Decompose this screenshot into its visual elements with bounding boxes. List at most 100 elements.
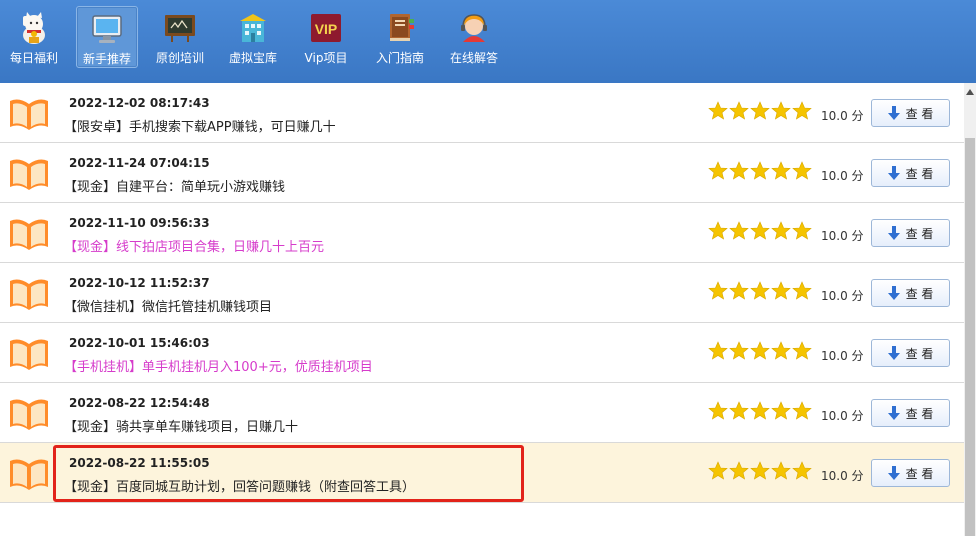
star-icon	[729, 161, 749, 180]
star-icon	[729, 281, 749, 300]
toolbar-item-getting-started[interactable]: 入门指南	[370, 6, 430, 68]
view-button[interactable]: 查 看	[871, 159, 950, 187]
view-button-label: 查 看	[905, 226, 934, 241]
toolbar-item-label: 新手推荐	[82, 52, 131, 66]
view-button[interactable]: 查 看	[871, 459, 950, 487]
star-icon	[771, 221, 791, 240]
item-date: 2022-12-02 08:17:43	[69, 96, 210, 110]
list-item-highlighted[interactable]: 2022-08-22 11:55:05 【现金】百度同城互助计划，回答问题赚钱（…	[0, 443, 964, 503]
star-icon	[750, 161, 770, 180]
item-title[interactable]: 【现金】线下拍店项目合集，日赚几十上百元	[64, 236, 324, 255]
star-rating	[708, 281, 812, 301]
open-book-icon	[10, 159, 48, 190]
project-list: 2022-12-02 08:17:43 【限安卓】手机搜索下载APP赚钱，可日赚…	[0, 83, 964, 536]
download-arrow-icon	[887, 406, 900, 420]
view-button[interactable]: 查 看	[871, 99, 950, 127]
building-icon	[235, 10, 271, 46]
list-item[interactable]: 2022-11-10 09:56:33 【现金】线下拍店项目合集，日赚几十上百元…	[0, 203, 964, 263]
item-title[interactable]: 【现金】自建平台：简单玩小游戏赚钱	[64, 176, 285, 195]
vip-icon: VIP	[308, 10, 344, 46]
star-icon	[792, 281, 812, 300]
star-icon	[729, 341, 749, 360]
view-button[interactable]: 查 看	[871, 339, 950, 367]
star-icon	[792, 461, 812, 480]
star-icon	[729, 401, 749, 420]
item-score: 10.0 分	[821, 169, 864, 183]
star-icon	[792, 341, 812, 360]
star-rating	[708, 401, 812, 421]
star-icon	[708, 101, 728, 120]
view-button[interactable]: 查 看	[871, 219, 950, 247]
star-icon	[708, 281, 728, 300]
list-item[interactable]: 2022-10-01 15:46:03 【手机挂机】单手机挂机月入100+元，优…	[0, 323, 964, 383]
toolbar-item-label: 虚拟宝库	[228, 51, 277, 65]
item-date: 2022-10-01 15:46:03	[69, 336, 210, 350]
open-book-icon	[10, 219, 48, 250]
star-icon	[792, 101, 812, 120]
vertical-scrollbar[interactable]	[964, 83, 976, 536]
support-agent-icon	[456, 10, 492, 46]
scroll-up-arrow-icon[interactable]	[964, 89, 976, 99]
star-rating	[708, 341, 812, 361]
toolbar-item-online-answer[interactable]: 在线解答	[444, 6, 504, 68]
star-icon	[708, 341, 728, 360]
view-button-label: 查 看	[905, 166, 934, 181]
list-item[interactable]: 2022-11-24 07:04:15 【现金】自建平台：简单玩小游戏赚钱 10…	[0, 143, 964, 203]
star-icon	[750, 281, 770, 300]
star-icon	[792, 161, 812, 180]
star-rating	[708, 161, 812, 181]
download-arrow-icon	[887, 346, 900, 360]
star-icon	[771, 401, 791, 420]
item-date: 2022-08-22 11:55:05	[69, 456, 210, 470]
item-title[interactable]: 【现金】百度同城互助计划，回答问题赚钱（附查回答工具）	[64, 476, 415, 495]
star-icon	[729, 101, 749, 120]
view-button-label: 查 看	[905, 406, 934, 421]
star-icon	[729, 461, 749, 480]
view-button-label: 查 看	[905, 346, 934, 361]
star-icon	[708, 161, 728, 180]
star-icon	[792, 221, 812, 240]
open-book-icon	[10, 279, 48, 310]
star-icon	[708, 461, 728, 480]
toolbar-item-daily-welfare[interactable]: 每日福利	[4, 6, 64, 68]
list-item[interactable]: 2022-12-02 08:17:43 【限安卓】手机搜索下载APP赚钱，可日赚…	[0, 83, 964, 143]
star-icon	[771, 161, 791, 180]
view-button[interactable]: 查 看	[871, 399, 950, 427]
star-rating	[708, 461, 812, 481]
top-toolbar: 每日福利 新手推荐 原创培训 虚拟宝库 VIP Vip项目 入门指南 在线解答	[0, 0, 976, 83]
open-book-icon	[10, 339, 48, 370]
star-icon	[708, 401, 728, 420]
item-score: 10.0 分	[821, 109, 864, 123]
toolbar-item-vip-projects[interactable]: VIP Vip项目	[298, 6, 354, 68]
star-rating	[708, 101, 812, 121]
toolbar-item-label: Vip项目	[304, 51, 348, 65]
toolbar-item-original-training[interactable]: 原创培训	[150, 6, 210, 68]
chalkboard-icon	[162, 10, 198, 46]
item-score: 10.0 分	[821, 409, 864, 423]
view-button-label: 查 看	[905, 466, 934, 481]
toolbar-item-virtual-treasury[interactable]: 虚拟宝库	[224, 6, 282, 68]
view-button-label: 查 看	[905, 286, 934, 301]
star-icon	[771, 281, 791, 300]
item-score: 10.0 分	[821, 349, 864, 363]
star-icon	[792, 401, 812, 420]
toolbar-item-beginner-recommend[interactable]: 新手推荐	[76, 6, 138, 68]
monitor-icon	[89, 11, 125, 47]
star-icon	[771, 461, 791, 480]
list-item[interactable]: 2022-08-22 12:54:48 【现金】骑共享单车赚钱项目，日赚几十 1…	[0, 383, 964, 443]
download-arrow-icon	[887, 286, 900, 300]
download-arrow-icon	[887, 106, 900, 120]
item-title[interactable]: 【限安卓】手机搜索下载APP赚钱，可日赚几十	[64, 116, 336, 135]
toolbar-item-label: 在线解答	[449, 51, 498, 65]
scrollbar-thumb[interactable]	[965, 138, 975, 536]
download-arrow-icon	[887, 466, 900, 480]
open-book-icon	[10, 99, 48, 130]
item-title[interactable]: 【微信挂机】微信托管挂机赚钱项目	[64, 296, 272, 315]
download-arrow-icon	[887, 226, 900, 240]
open-book-icon	[10, 459, 48, 490]
view-button[interactable]: 查 看	[871, 279, 950, 307]
list-item[interactable]: 2022-10-12 11:52:37 【微信挂机】微信托管挂机赚钱项目 10.…	[0, 263, 964, 323]
item-title[interactable]: 【手机挂机】单手机挂机月入100+元，优质挂机项目	[64, 356, 373, 375]
item-score: 10.0 分	[821, 229, 864, 243]
item-title[interactable]: 【现金】骑共享单车赚钱项目，日赚几十	[64, 416, 298, 435]
